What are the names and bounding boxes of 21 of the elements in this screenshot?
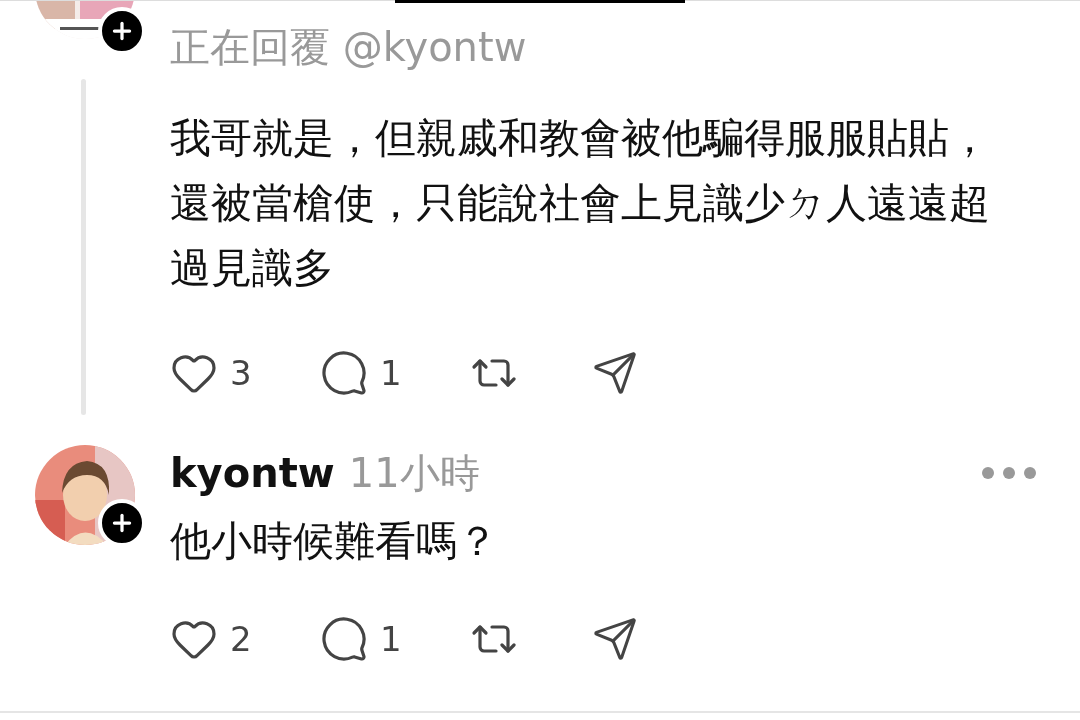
comment-icon — [320, 349, 368, 397]
like-count: 2 — [230, 622, 252, 656]
more-options-button[interactable] — [982, 467, 1036, 479]
timestamp: 11小時 — [348, 453, 480, 493]
send-icon — [592, 350, 638, 396]
reply-text: 我哥就是，但親戚和教會被他騙得服服貼貼，還被當槍使，只能說社會上見識少ㄉ人遠遠超過見識多 — [170, 113, 991, 294]
drag-handle[interactable] — [395, 0, 685, 3]
comment-button[interactable]: 1 — [320, 615, 470, 663]
comment-count: 1 — [380, 356, 402, 390]
like-count: 3 — [230, 356, 252, 390]
send-icon — [592, 616, 638, 662]
comment-icon — [320, 615, 368, 663]
share-button[interactable] — [592, 350, 638, 396]
like-button[interactable]: 2 — [170, 615, 320, 663]
comment-text: 他小時候難看嗎？ — [170, 516, 499, 567]
like-button[interactable]: 3 — [170, 349, 320, 397]
comment-count: 1 — [380, 622, 402, 656]
more-icon — [982, 467, 1036, 479]
share-button[interactable] — [592, 616, 638, 662]
replying-to-label: 正在回覆 @kyontw — [170, 23, 528, 71]
comment-button[interactable]: 1 — [320, 349, 470, 397]
